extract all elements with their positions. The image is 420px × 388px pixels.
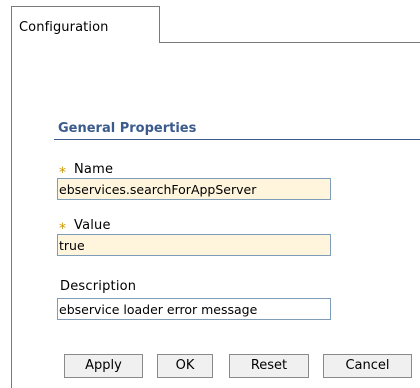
tab-configuration-label: Configuration bbox=[19, 20, 109, 35]
cancel-button[interactable]: Cancel bbox=[323, 354, 412, 378]
apply-button[interactable]: Apply bbox=[64, 354, 143, 378]
panel-border bbox=[11, 42, 12, 388]
description-field[interactable] bbox=[57, 298, 331, 320]
tab-strip-baseline bbox=[160, 42, 420, 43]
name-field[interactable] bbox=[57, 178, 331, 200]
section-title: General Properties bbox=[58, 121, 197, 136]
ok-button[interactable]: OK bbox=[157, 354, 213, 378]
section-divider bbox=[54, 139, 420, 140]
configuration-panel: Configuration General Properties * Name … bbox=[0, 0, 420, 388]
value-label: Value bbox=[74, 218, 111, 233]
value-field[interactable] bbox=[57, 234, 331, 256]
description-label: Description bbox=[60, 279, 137, 294]
reset-button[interactable]: Reset bbox=[229, 354, 309, 378]
name-label: Name bbox=[74, 162, 114, 177]
